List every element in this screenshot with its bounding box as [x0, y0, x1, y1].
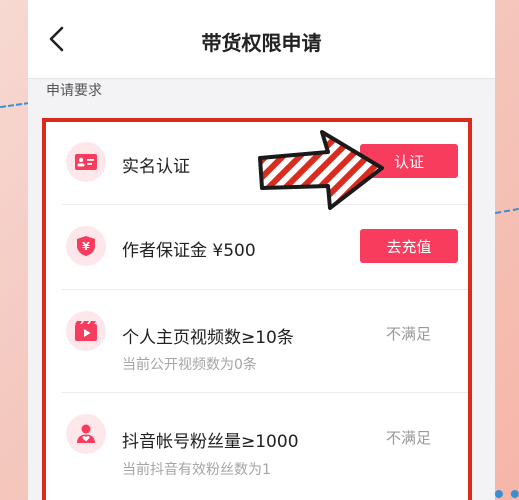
status-label: 不满足: [386, 429, 432, 447]
requirement-detail: 当前抖音有效粉丝数为1: [122, 462, 271, 478]
status-label: 不满足: [386, 325, 432, 343]
requirement-row-videos: 个人主页视频数≥10条 不满足 当前公开视频数为0条: [46, 290, 468, 392]
app-screen: 带货权限申请 申请要求 实名认证 认证 ¥ 作者保证金 ¥500 去充值 个人主…: [28, 0, 495, 500]
requirement-row-fans: 抖音帐号粉丝量≥1000 不满足 当前抖音有效粉丝数为1: [46, 393, 468, 500]
page-title: 带货权限申请: [201, 31, 322, 55]
requirement-title: 个人主页视频数≥10条: [122, 328, 294, 348]
video-icon: [66, 311, 106, 351]
recharge-button[interactable]: 去充值: [360, 229, 458, 263]
requirement-row-deposit: ¥ 作者保证金 ¥500 去充值: [46, 205, 468, 289]
background-decoration: [495, 207, 519, 215]
svg-text:¥: ¥: [82, 240, 90, 253]
requirement-title: 抖音帐号粉丝量≥1000: [122, 432, 299, 452]
shield-yen-icon: ¥: [66, 226, 106, 266]
section-label: 申请要求: [46, 83, 102, 99]
fans-icon: [66, 414, 106, 454]
highlight-arrow: [258, 130, 384, 210]
requirement-title: 作者保证金 ¥500: [122, 241, 256, 261]
id-card-icon: [66, 142, 106, 182]
requirement-detail: 当前公开视频数为0条: [122, 357, 257, 373]
nav-bar: 带货权限申请: [28, 0, 495, 79]
requirement-title: 实名认证: [122, 157, 190, 177]
background-decoration: [0, 101, 30, 109]
